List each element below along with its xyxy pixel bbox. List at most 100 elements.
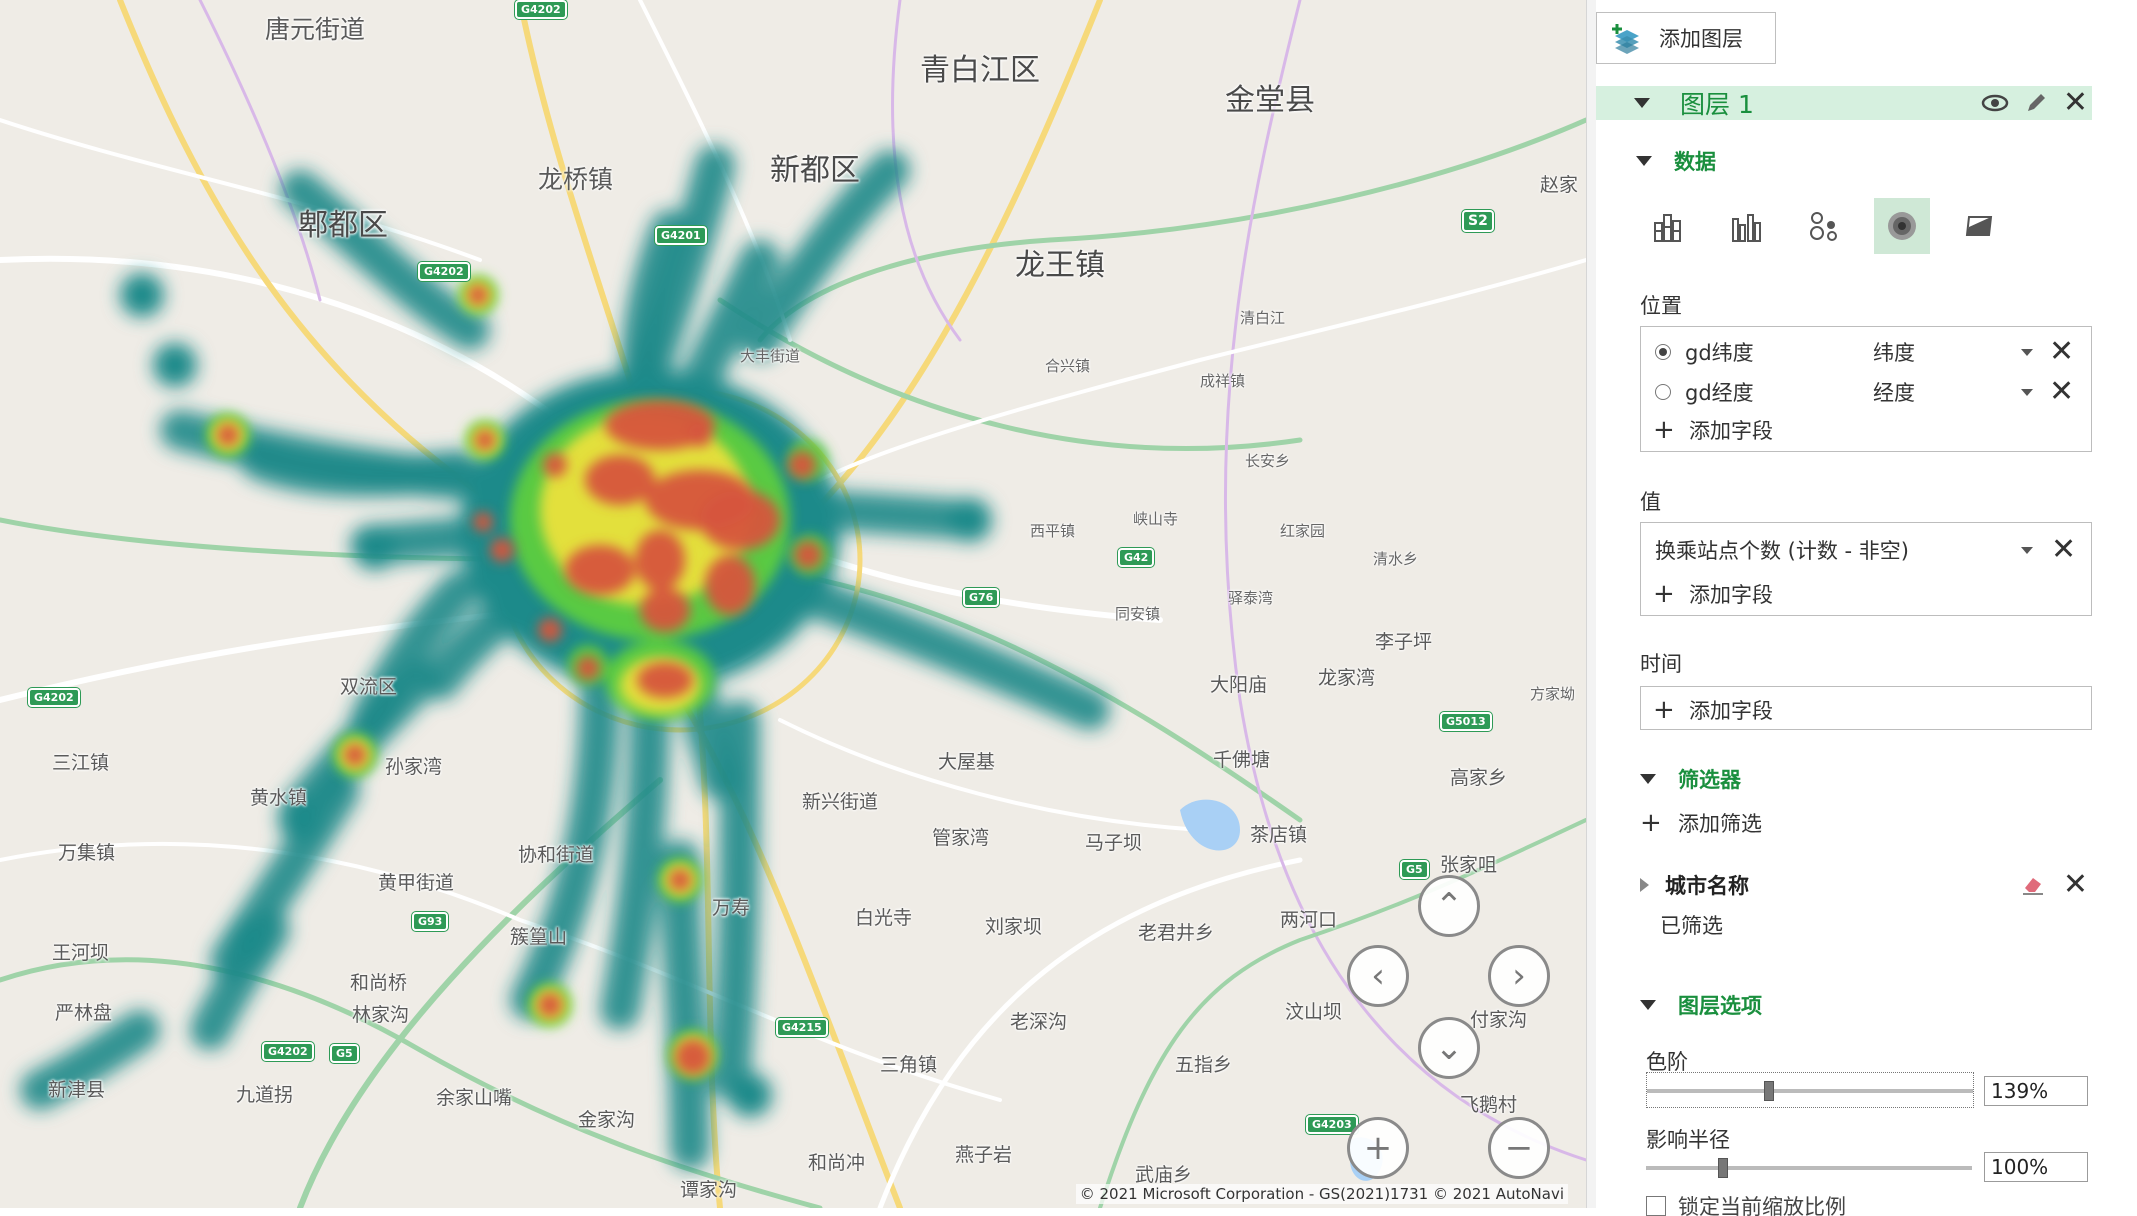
remove-field-icon[interactable]: ✕ <box>2049 377 2074 407</box>
remove-field-icon[interactable]: ✕ <box>2051 535 2076 565</box>
place-label: 老君井乡 <box>1138 922 1215 944</box>
value-label: 值 <box>1640 490 1661 514</box>
highway-shield: G93 <box>412 912 449 931</box>
pencil-icon[interactable] <box>2025 92 2047 114</box>
clustered-column-icon[interactable] <box>1718 198 1774 254</box>
collapse-triangle-icon <box>1640 774 1656 784</box>
slider-thumb[interactable] <box>1764 1081 1774 1101</box>
highway-shield: G42 <box>1118 548 1155 567</box>
place-label: 成祥镇 <box>1200 372 1246 390</box>
place-label: 清白江 <box>1240 309 1286 327</box>
place-label: 新兴街道 <box>802 791 879 813</box>
chevron-up-icon: ⌃ <box>1434 886 1464 926</box>
place-label: 龙桥镇 <box>538 165 614 194</box>
map-copyright: © 2021 Microsoft Corporation - GS(2021)1… <box>1075 1184 1568 1204</box>
dropdown-arrow-icon[interactable] <box>2021 348 2033 356</box>
time-label: 时间 <box>1640 652 1682 676</box>
stacked-column-icon[interactable] <box>1640 198 1696 254</box>
layer-options-section-header[interactable]: 图层选项 <box>1640 990 1762 1020</box>
pan-up-button[interactable]: ⌃ <box>1418 875 1480 937</box>
radio-button[interactable] <box>1655 384 1671 400</box>
place-label: 武庙乡 <box>1135 1164 1193 1186</box>
slider-thumb[interactable] <box>1718 1158 1728 1178</box>
location-field-row[interactable]: gd纬度 纬度 ✕ <box>1655 337 2085 367</box>
lock-zoom-checkbox-row[interactable]: 锁定当前缩放比例 <box>1646 1196 1846 1216</box>
place-label: 李子坪 <box>1375 631 1433 653</box>
place-label: 万集镇 <box>58 842 116 864</box>
layer-name[interactable]: 图层 1 <box>1680 85 1754 121</box>
bubble-icon[interactable] <box>1796 198 1852 254</box>
time-well[interactable]: + 添加字段 <box>1640 686 2092 730</box>
add-field-label: 添加字段 <box>1689 699 1773 723</box>
place-label: 青白江区 <box>920 53 1040 88</box>
filter-card-header[interactable]: 城市名称 ✕ <box>1640 870 2088 900</box>
zoom-out-button[interactable]: − <box>1488 1117 1550 1179</box>
remove-filter-icon[interactable]: ✕ <box>2063 870 2088 900</box>
value-field-row[interactable]: 换乘站点个数 (计数 - 非空) ✕ <box>1655 535 2085 565</box>
expand-triangle-icon[interactable] <box>1640 878 1649 892</box>
add-filter-button[interactable]: + 添加筛选 <box>1640 808 1762 838</box>
panel-divider[interactable] <box>1586 0 1596 1208</box>
place-label: 王河坝 <box>52 942 110 964</box>
eraser-icon[interactable] <box>2021 874 2045 896</box>
filters-section-header[interactable]: 筛选器 <box>1640 764 1741 794</box>
plus-icon: + <box>1653 695 1675 725</box>
highway-shield: G4202 <box>418 262 470 281</box>
dropdown-arrow-icon[interactable] <box>2021 388 2033 396</box>
place-label: 九道拐 <box>236 1084 294 1106</box>
minus-icon: − <box>1504 1128 1534 1168</box>
visualization-type-row <box>1640 198 2008 254</box>
place-label: 五指乡 <box>1175 1054 1233 1076</box>
add-layer-icon <box>1612 24 1639 54</box>
layer-header[interactable]: 图层 1 ✕ <box>1596 86 2092 120</box>
place-label: 黄水镇 <box>250 787 308 809</box>
layer-pane: 添加图层 图层 1 ✕ 数据 位置 gd纬度 纬度 ✕ gd经度 经度 ✕ + … <box>1596 0 2137 1216</box>
color-scale-input[interactable]: 139% <box>1984 1076 2088 1106</box>
add-field-label: 添加字段 <box>1689 583 1773 607</box>
place-label: 双流区 <box>340 676 398 698</box>
region-icon[interactable] <box>1952 198 2008 254</box>
place-label: 红家园 <box>1280 522 1326 540</box>
radius-input[interactable]: 100% <box>1984 1152 2088 1182</box>
checkbox[interactable] <box>1646 1196 1666 1216</box>
radio-button[interactable] <box>1655 344 1671 360</box>
chevron-right-icon: › <box>1512 956 1526 996</box>
place-label: 郫都区 <box>298 208 388 243</box>
place-label: 燕子岩 <box>955 1144 1013 1166</box>
geo-type-dropdown[interactable]: 纬度 <box>1873 337 2021 367</box>
value-well[interactable]: 换乘站点个数 (计数 - 非空) ✕ + 添加字段 <box>1640 522 2092 616</box>
place-label: 新都区 <box>770 153 860 188</box>
add-layer-button[interactable]: 添加图层 <box>1596 12 1776 64</box>
eye-icon[interactable] <box>1981 93 2009 113</box>
plus-icon: + <box>1653 415 1675 445</box>
delete-layer-icon[interactable]: ✕ <box>2063 88 2088 118</box>
place-label: 汶山坝 <box>1285 1001 1343 1023</box>
filter-field-name: 城市名称 <box>1665 874 1749 898</box>
place-label: 茶店镇 <box>1250 824 1308 846</box>
geo-type-dropdown[interactable]: 经度 <box>1873 377 2021 407</box>
location-field-row[interactable]: gd经度 经度 ✕ <box>1655 377 2085 407</box>
place-label: 驿泰湾 <box>1228 589 1274 607</box>
pan-right-button[interactable]: › <box>1488 945 1550 1007</box>
heatmap-icon[interactable] <box>1874 198 1930 254</box>
data-section-header[interactable]: 数据 <box>1636 146 1716 176</box>
value-field-dropdown[interactable]: 换乘站点个数 (计数 - 非空) <box>1655 535 2021 565</box>
add-field-button[interactable]: + 添加字段 <box>1653 415 1773 445</box>
add-field-button[interactable]: + 添加字段 <box>1653 695 1773 725</box>
dropdown-arrow-icon[interactable] <box>2021 546 2033 554</box>
plus-icon: + <box>1640 808 1662 838</box>
lock-zoom-label: 锁定当前缩放比例 <box>1678 1196 1846 1216</box>
zoom-in-button[interactable]: + <box>1347 1117 1409 1179</box>
place-label: 和尚冲 <box>808 1152 866 1174</box>
place-label: 白光寺 <box>855 907 913 929</box>
collapse-triangle-icon[interactable] <box>1634 98 1650 108</box>
pan-left-button[interactable]: ‹ <box>1347 945 1409 1007</box>
add-field-button[interactable]: + 添加字段 <box>1653 579 1773 609</box>
place-label: 谭家沟 <box>680 1179 738 1201</box>
pan-down-button[interactable]: ⌄ <box>1418 1017 1480 1079</box>
remove-field-icon[interactable]: ✕ <box>2049 337 2074 367</box>
color-scale-slider[interactable] <box>1646 1072 1974 1108</box>
location-well[interactable]: gd纬度 纬度 ✕ gd经度 经度 ✕ + 添加字段 <box>1640 326 2092 452</box>
map-view[interactable]: 青白江区 金堂县 新都区 郫都区 龙王镇 龙桥镇 唐元街道 新津县 九道拐 余家… <box>0 0 1586 1208</box>
radius-slider[interactable] <box>1646 1150 1974 1186</box>
